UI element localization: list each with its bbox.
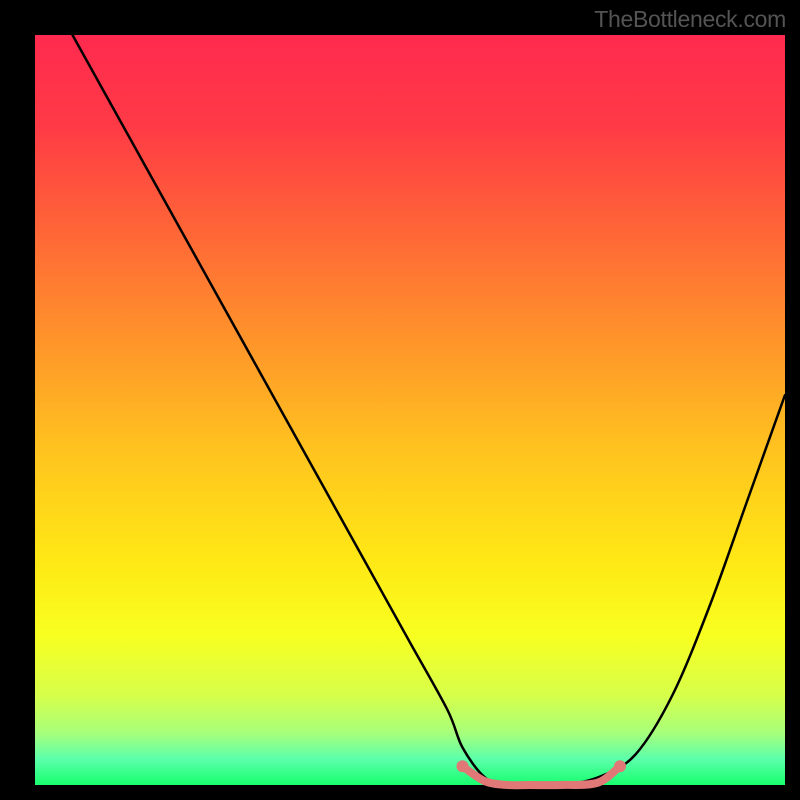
chart-container: TheBottleneck.com bbox=[0, 0, 800, 800]
highlight-dot-start bbox=[457, 760, 469, 772]
watermark-text: TheBottleneck.com bbox=[594, 6, 786, 33]
highlight-dot-end bbox=[614, 760, 626, 772]
gradient-bg bbox=[35, 35, 785, 785]
chart-svg bbox=[0, 0, 800, 800]
